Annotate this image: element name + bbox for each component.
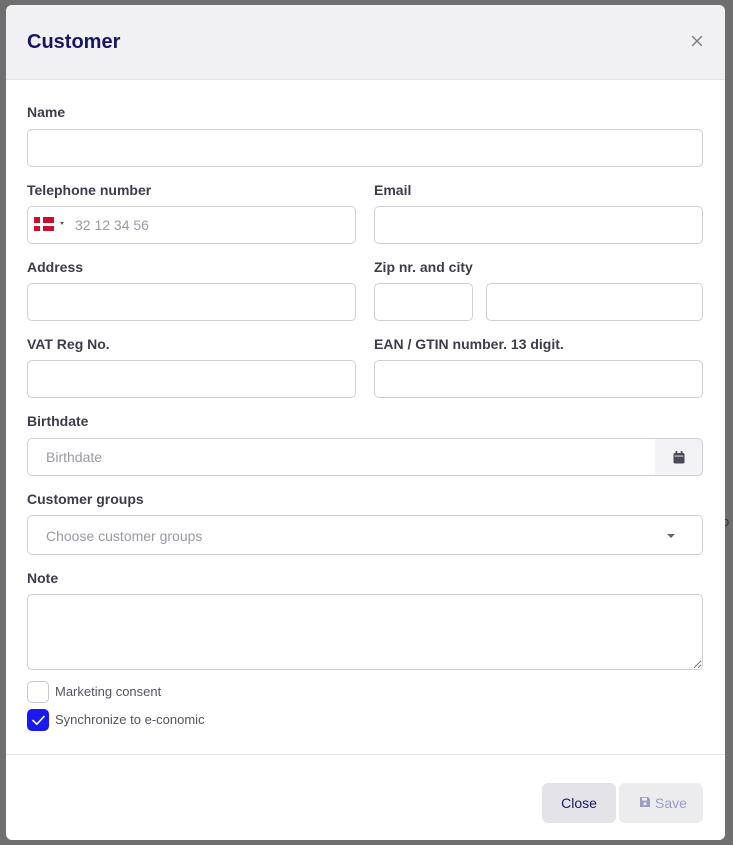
country-selector[interactable] bbox=[34, 217, 68, 233]
chevron-down-icon bbox=[60, 222, 64, 225]
close-icon[interactable] bbox=[689, 33, 705, 49]
note-label: Note bbox=[27, 570, 59, 586]
marketing-consent-label: Marketing consent bbox=[55, 684, 162, 699]
zip-city-label: Zip nr. and city bbox=[374, 259, 473, 275]
telephone-input[interactable] bbox=[70, 207, 350, 243]
checkmark-icon bbox=[32, 715, 45, 725]
zip-input[interactable] bbox=[374, 283, 473, 321]
checkbox-box-checked[interactable] bbox=[27, 709, 49, 731]
address-input[interactable] bbox=[27, 283, 356, 321]
vat-input[interactable] bbox=[27, 360, 356, 398]
ean-input[interactable] bbox=[374, 360, 703, 398]
close-button-label: Close bbox=[561, 795, 597, 811]
modal-header: Customer bbox=[6, 5, 725, 80]
modal-title: Customer bbox=[27, 31, 121, 53]
sync-economic-checkbox[interactable]: Synchronize to e-conomic bbox=[27, 709, 247, 731]
calendar-icon bbox=[673, 451, 685, 464]
customer-modal: Customer Name Telephone number Email Add… bbox=[6, 5, 725, 840]
address-label: Address bbox=[27, 259, 84, 275]
close-button[interactable]: Close bbox=[542, 783, 616, 823]
birthdate-calendar-button[interactable] bbox=[655, 438, 703, 476]
checkbox-box[interactable] bbox=[27, 681, 49, 703]
name-label: Name bbox=[27, 104, 66, 120]
note-textarea[interactable] bbox=[27, 594, 703, 670]
chevron-down-icon bbox=[667, 534, 675, 538]
customer-groups-placeholder: Choose customer groups bbox=[46, 528, 203, 544]
birthdate-input[interactable] bbox=[27, 438, 656, 476]
name-input[interactable] bbox=[27, 129, 703, 167]
telephone-label: Telephone number bbox=[27, 182, 152, 198]
customer-groups-select[interactable]: Choose customer groups bbox=[27, 515, 703, 555]
denmark-flag-icon bbox=[34, 217, 54, 231]
sync-economic-label: Synchronize to e-conomic bbox=[55, 712, 205, 727]
email-label: Email bbox=[374, 182, 412, 198]
save-button-label: Save bbox=[655, 795, 687, 811]
vat-label: VAT Reg No. bbox=[27, 336, 110, 352]
marketing-consent-checkbox[interactable]: Marketing consent bbox=[27, 681, 227, 703]
floppy-disk-icon bbox=[640, 797, 650, 807]
birthdate-label: Birthdate bbox=[27, 413, 89, 429]
save-button[interactable]: Save bbox=[619, 783, 703, 823]
city-input[interactable] bbox=[486, 283, 703, 321]
ean-label: EAN / GTIN number. 13 digit. bbox=[374, 336, 564, 352]
customer-groups-label: Customer groups bbox=[27, 491, 144, 507]
modal-footer: Close Save bbox=[6, 754, 725, 840]
email-input[interactable] bbox=[374, 206, 703, 244]
telephone-field bbox=[27, 206, 356, 244]
